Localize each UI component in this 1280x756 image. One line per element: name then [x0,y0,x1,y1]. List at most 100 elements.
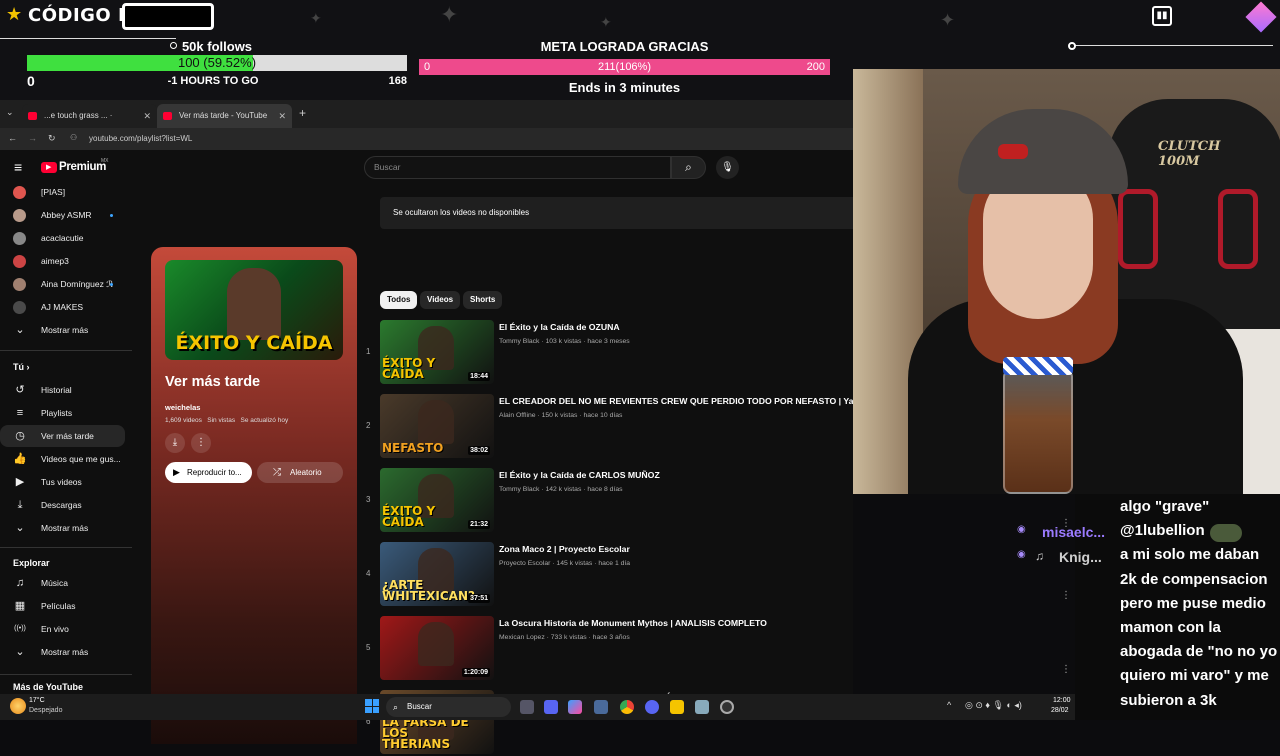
obs-icon[interactable] [720,700,734,714]
close-icon[interactable]: ✕ [143,104,151,128]
badge-icon: ◉ [1017,524,1026,535]
site-info-icon[interactable]: ⚇ [70,133,77,142]
more-vert-icon[interactable]: ⋮ [1061,590,1071,601]
more-options-button[interactable]: ⋮ [191,433,211,453]
shuffle-label: Aleatorio [290,468,322,477]
video-thumbnail[interactable]: ÉXITO Y CAÍDA 18:44 [380,320,494,384]
star-icon: ★ [6,4,23,24]
video-meta: Proyecto Escolar · 145 k vistas · hace 1… [499,560,631,567]
jar-lid [1003,357,1073,375]
copilot-icon[interactable] [568,700,582,714]
tab-list-icon[interactable]: ⌄ [6,107,14,118]
subs-show-more[interactable]: ⌄ Mostrar más [0,319,125,341]
sidebar-item-clock[interactable]: ◷ Ver más tarde [0,425,125,447]
back-icon[interactable]: ← [8,133,17,143]
chat-message-line: mamon con la [1120,619,1221,636]
folder-icon[interactable] [670,700,684,714]
sidebar-item-chevron-down[interactable]: ⌄ Mostrar más [0,517,125,539]
more-vert-icon[interactable]: ⋮ [1061,664,1071,675]
play-all-button[interactable]: ▶ Reproducir to... [165,462,252,483]
task-view-icon[interactable] [520,700,534,714]
follows-max: 168 [388,75,407,87]
sidebar-item-playlists[interactable]: ≡ Playlists [0,402,125,424]
subscription-item[interactable]: [PIAS] [0,181,125,203]
sidebar-item-download[interactable]: ⤓ Descargas [0,494,125,516]
chat-message-line: 2k de compensacion [1120,570,1268,588]
subscription-item[interactable]: acaclacutie [0,227,125,249]
url-field[interactable]: youtube.com/playlist?list=WL [89,134,192,143]
thumbnail-figure [418,622,454,666]
video-thumbnail[interactable]: NEFASTO 38:02 [380,394,494,458]
reload-icon[interactable]: ↻ [48,133,56,144]
voice-search-button[interactable]: 🎙 [716,156,739,179]
chip-shorts[interactable]: Shorts [463,291,503,309]
sidebar-item-thumbs-up[interactable]: 👍 Videos que me gus... [0,448,125,470]
search-button[interactable]: ⌕ [671,156,706,179]
new-tab-button[interactable]: + [299,106,306,120]
close-icon[interactable]: ✕ [278,104,286,128]
taskbar-search[interactable]: ⌕ Buscar [386,697,511,717]
subscription-item[interactable]: aimep3 [0,250,125,272]
video-title[interactable]: El Éxito y la Caída de CARLOS MUÑOZ [499,470,853,480]
playlists-icon: ≡ [16,407,24,419]
tray-icons[interactable]: ◎ ⊙ ♦ 🎙 ◐ ◂) [965,700,1022,711]
video-thumbnail[interactable]: ÉXITO Y CAÍDA 21:32 [380,468,494,532]
more-vert-icon[interactable]: ⋮ [1061,518,1071,529]
chat-username[interactable]: Knig... [1059,549,1102,565]
logo-box [122,3,214,30]
video-row[interactable]: 1 ÉXITO Y CAÍDA 18:44 El Éxito y la Caída d… [366,320,853,386]
video-row[interactable]: 4 ¿ARTE WHITEXICAN? 37:51 Zona Maco 2 | Pro… [366,542,853,608]
youtube-premium-logo[interactable]: Premium [59,161,106,173]
video-row[interactable]: 5 1:20:09 La Oscura Historia de Monument M… [366,616,853,682]
forward-icon[interactable]: → [28,133,37,143]
chrome-icon[interactable] [620,700,634,714]
video-title[interactable]: EL CREADOR DEL NO ME REVIENTES CREW QUE … [499,396,853,406]
tab-watch-later[interactable]: Ver más tarde - YouTube ✕ [157,104,292,128]
weather-icon[interactable] [10,698,26,714]
discord-icon[interactable] [645,700,659,714]
sidebar-item-live[interactable]: ((•)) En vivo [0,618,125,640]
windows-taskbar: 17°C Despejado ⌕ Buscar ^ ◎ ⊙ ♦ 🎙 ◐ ◂) 1… [0,694,1075,720]
sub-min: 0 [424,61,431,73]
download-button[interactable]: ⤓ [165,433,185,453]
sparkle-icon: ✦ [440,2,459,27]
sidebar-item-music[interactable]: ♫ Música [0,572,125,594]
chat-username[interactable]: misaelc... [1042,524,1105,540]
subscription-item[interactable]: Abbey ASMR [0,204,125,226]
shuffle-button[interactable]: ⤮ Aleatorio [257,462,343,483]
video-row[interactable]: 3 ÉXITO Y CAÍDA 21:32 El Éxito y la Caída d… [366,468,853,534]
video-row[interactable]: 2 NEFASTO 38:02 EL CREADOR DEL NO ME REVIEN… [366,394,853,460]
chip-videos[interactable]: Videos [420,291,461,309]
search-input[interactable]: Buscar [364,156,671,179]
video-thumbnail[interactable]: 1:20:09 [380,616,494,680]
tab-stream[interactable]: ...e touch grass ... · ✕ [22,104,157,128]
subscription-item[interactable]: Aina Domínguez ℛ [0,273,125,295]
video-title[interactable]: El Éxito y la Caída de OZUNA [499,322,853,332]
show-more-label: Mostrar más [41,325,89,335]
sidebar-item-chevron-down[interactable]: ⌄ Mostrar más [0,641,125,663]
windows-start-icon[interactable] [365,699,379,713]
playlist-thumbnail[interactable]: ÉXITO Y CAÍDA [165,260,343,360]
music-icon: ♫ [15,577,25,589]
video-thumbnail[interactable]: ¿ARTE WHITEXICAN? 37:51 [380,542,494,606]
tray-chevron-icon[interactable]: ^ [947,700,951,710]
app-icon[interactable] [695,700,709,714]
video-index: 3 [366,495,371,504]
playlist-owner[interactable]: weichelas [165,403,200,412]
video-title[interactable]: Zona Maco 2 | Proyecto Escolar [499,544,853,554]
subscription-item[interactable]: AJ MAKES [0,296,125,318]
sidebar-item-film[interactable]: ▦ Películas [0,595,125,617]
video-duration: 21:32 [468,520,490,529]
video-title[interactable]: La Oscura Historia de Monument Mythos | … [499,618,853,628]
video-duration: 18:44 [468,372,490,381]
menu-icon[interactable]: ≡ [14,159,22,175]
sidebar-item-history[interactable]: ↺ Historial [0,379,125,401]
app-icon[interactable] [544,700,558,714]
follows-progress-bar: 100 (59.52%) [27,55,407,71]
you-section-header[interactable]: Tú › [13,362,30,372]
chip-todos[interactable]: Todos [380,291,418,309]
gem-icon [1245,1,1277,33]
sidebar-item-play-square[interactable]: ▶ Tus videos [0,471,125,493]
settings-icon[interactable] [594,700,608,714]
divider [0,674,132,675]
